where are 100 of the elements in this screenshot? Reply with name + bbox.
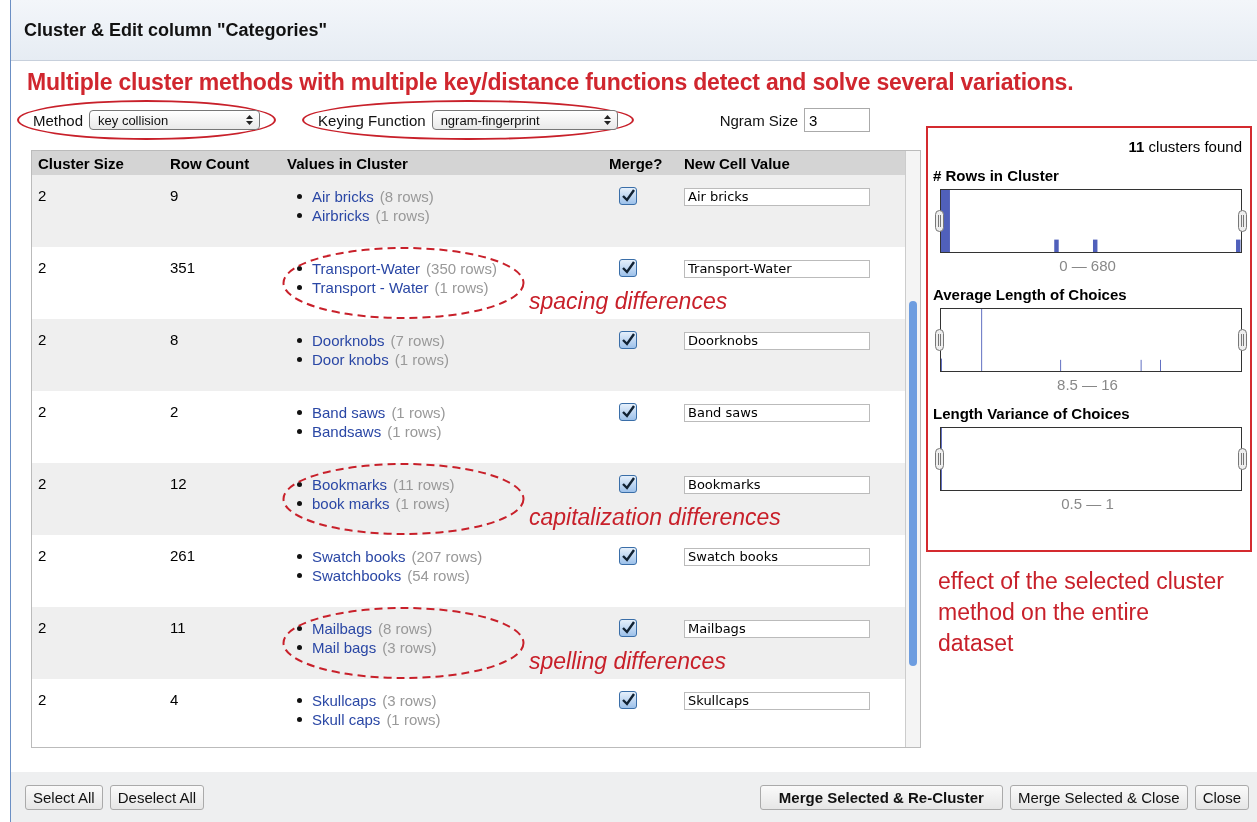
new-cell-value-field[interactable]: Band saws xyxy=(684,403,870,422)
merge-checkbox[interactable] xyxy=(619,691,637,709)
range-text: 0.5 — 1 xyxy=(1060,495,1115,512)
bullet-icon xyxy=(297,285,302,290)
value-link[interactable]: Bandsaws xyxy=(312,423,382,440)
bullet-icon xyxy=(297,357,302,362)
footer-button[interactable]: Select All xyxy=(25,784,103,810)
row-count-text: (7 rows) xyxy=(390,332,445,349)
new-cell-value-field[interactable]: Air bricks xyxy=(684,187,870,206)
column-header: New Cell Value xyxy=(683,154,791,172)
bullet-icon xyxy=(297,410,302,415)
column-header: Values in Cluster xyxy=(286,154,409,172)
table-cell: 2 xyxy=(38,187,47,204)
table-cell: 2 xyxy=(38,619,47,636)
value-link[interactable]: Transport-Water xyxy=(312,260,421,277)
histogram-bar xyxy=(941,190,950,252)
method-label: Method xyxy=(33,111,84,129)
table-cell: 2 xyxy=(38,475,47,492)
value-link[interactable]: Mail bags xyxy=(312,639,377,656)
new-cell-value-field[interactable]: Transport-Water xyxy=(684,259,870,278)
bullet-icon xyxy=(297,626,302,631)
row-count-text: (1 rows) xyxy=(386,711,441,728)
value-link[interactable]: Airbricks xyxy=(312,207,370,224)
new-cell-value-field[interactable]: Skullcaps xyxy=(684,691,870,710)
merge-checkbox[interactable] xyxy=(619,259,637,277)
table-cell: 11 xyxy=(170,619,186,636)
row-count-text: (8 rows) xyxy=(379,188,434,205)
bullet-icon xyxy=(297,717,302,722)
table-cell: 8 xyxy=(170,331,179,348)
bullet-icon xyxy=(297,573,302,578)
footer-button[interactable]: Merge Selected & Close xyxy=(1009,784,1188,810)
bullet-icon xyxy=(297,554,302,559)
new-cell-value-field[interactable]: Doorknobs xyxy=(684,331,870,350)
value-link[interactable]: Mailbags xyxy=(312,620,373,637)
merge-checkbox[interactable] xyxy=(619,619,637,637)
row-count-text: (3 rows) xyxy=(382,639,437,656)
value-link[interactable]: Transport - Water xyxy=(312,279,429,296)
table-cell: 12 xyxy=(170,475,187,492)
scrollbar[interactable] xyxy=(905,151,920,747)
merge-checkbox[interactable] xyxy=(619,475,637,493)
row-count-text: (207 rows) xyxy=(411,548,483,565)
clusters-found-text: 11 clusters found xyxy=(1127,137,1242,155)
footer-button[interactable]: Merge Selected & Re-Cluster xyxy=(759,784,1003,810)
facet-title: # Rows in Cluster xyxy=(933,167,1060,184)
value-link[interactable]: Door knobs xyxy=(312,351,389,368)
footer-button[interactable]: Deselect All xyxy=(109,784,205,810)
slider-handle-icon[interactable] xyxy=(935,329,944,351)
method-dropdown[interactable]: key collision xyxy=(89,110,261,130)
bullet-icon xyxy=(297,194,302,199)
keying-function-dropdown[interactable]: ngram-fingerprint xyxy=(431,110,618,130)
bullet-icon xyxy=(297,501,302,506)
facet-title: Average Length of Choices xyxy=(933,286,1128,303)
row-count-text: (11 rows) xyxy=(393,476,455,493)
table-cell: 9 xyxy=(170,187,179,204)
row-count-text: (1 rows) xyxy=(391,404,446,421)
value-link[interactable]: Swatch books xyxy=(312,548,406,565)
annotation-text: effect of the selected cluster method on the entire dataset xyxy=(938,567,1225,658)
column-header: Merge? xyxy=(608,154,664,172)
bullet-icon xyxy=(297,698,302,703)
annotation-text: spacing differences xyxy=(529,288,728,315)
bullet-icon xyxy=(297,645,302,650)
row-count-text: (1 rows) xyxy=(434,279,489,296)
value-link[interactable]: Band saws xyxy=(312,404,386,421)
bullet-icon xyxy=(297,338,302,343)
value-link[interactable]: book marks xyxy=(312,495,390,512)
slider-handle-icon[interactable] xyxy=(1238,448,1247,470)
slider-handle-icon[interactable] xyxy=(935,210,944,232)
histogram-bar xyxy=(1236,239,1241,252)
table-cell: 4 xyxy=(170,691,179,708)
slider-handle-icon[interactable] xyxy=(935,448,944,470)
row-count-text: (54 rows) xyxy=(407,567,470,584)
row-count-text: (1 rows) xyxy=(395,495,450,512)
range-text: 8.5 — 16 xyxy=(1056,376,1119,393)
merge-checkbox[interactable] xyxy=(619,331,637,349)
value-link[interactable]: Skullcaps xyxy=(312,692,377,709)
ngram-size-field[interactable]: 3 xyxy=(804,108,870,132)
value-link[interactable]: Air bricks xyxy=(312,188,374,205)
value-link[interactable]: Bookmarks xyxy=(312,476,388,493)
dialog-title: Cluster & Edit column "Categories" xyxy=(24,19,328,41)
table-cell: 2 xyxy=(38,547,47,564)
value-link[interactable]: Doorknobs xyxy=(312,332,385,349)
merge-checkbox[interactable] xyxy=(619,547,637,565)
value-link[interactable]: Skull caps xyxy=(312,711,381,728)
updown-arrows-icon xyxy=(603,115,611,125)
slider-handle-icon[interactable] xyxy=(1238,210,1247,232)
row-count-text: (8 rows) xyxy=(378,620,433,637)
merge-checkbox[interactable] xyxy=(619,187,637,205)
column-header: Row Count xyxy=(169,154,251,172)
new-cell-value-field[interactable]: Bookmarks xyxy=(684,475,870,494)
new-cell-value-field[interactable]: Swatch books xyxy=(684,547,870,566)
table-cell: 2 xyxy=(38,259,47,276)
footer-button[interactable]: Close xyxy=(1194,784,1249,810)
value-link[interactable]: Swatchbooks xyxy=(312,567,402,584)
annotation-text: spelling differences xyxy=(529,648,726,675)
merge-checkbox[interactable] xyxy=(619,403,637,421)
histogram-bar xyxy=(1093,239,1098,252)
keying-function-label: Keying Function xyxy=(318,111,426,129)
row-count-text: (1 rows) xyxy=(375,207,430,224)
new-cell-value-field[interactable]: Mailbags xyxy=(684,619,870,638)
slider-handle-icon[interactable] xyxy=(1238,329,1247,351)
